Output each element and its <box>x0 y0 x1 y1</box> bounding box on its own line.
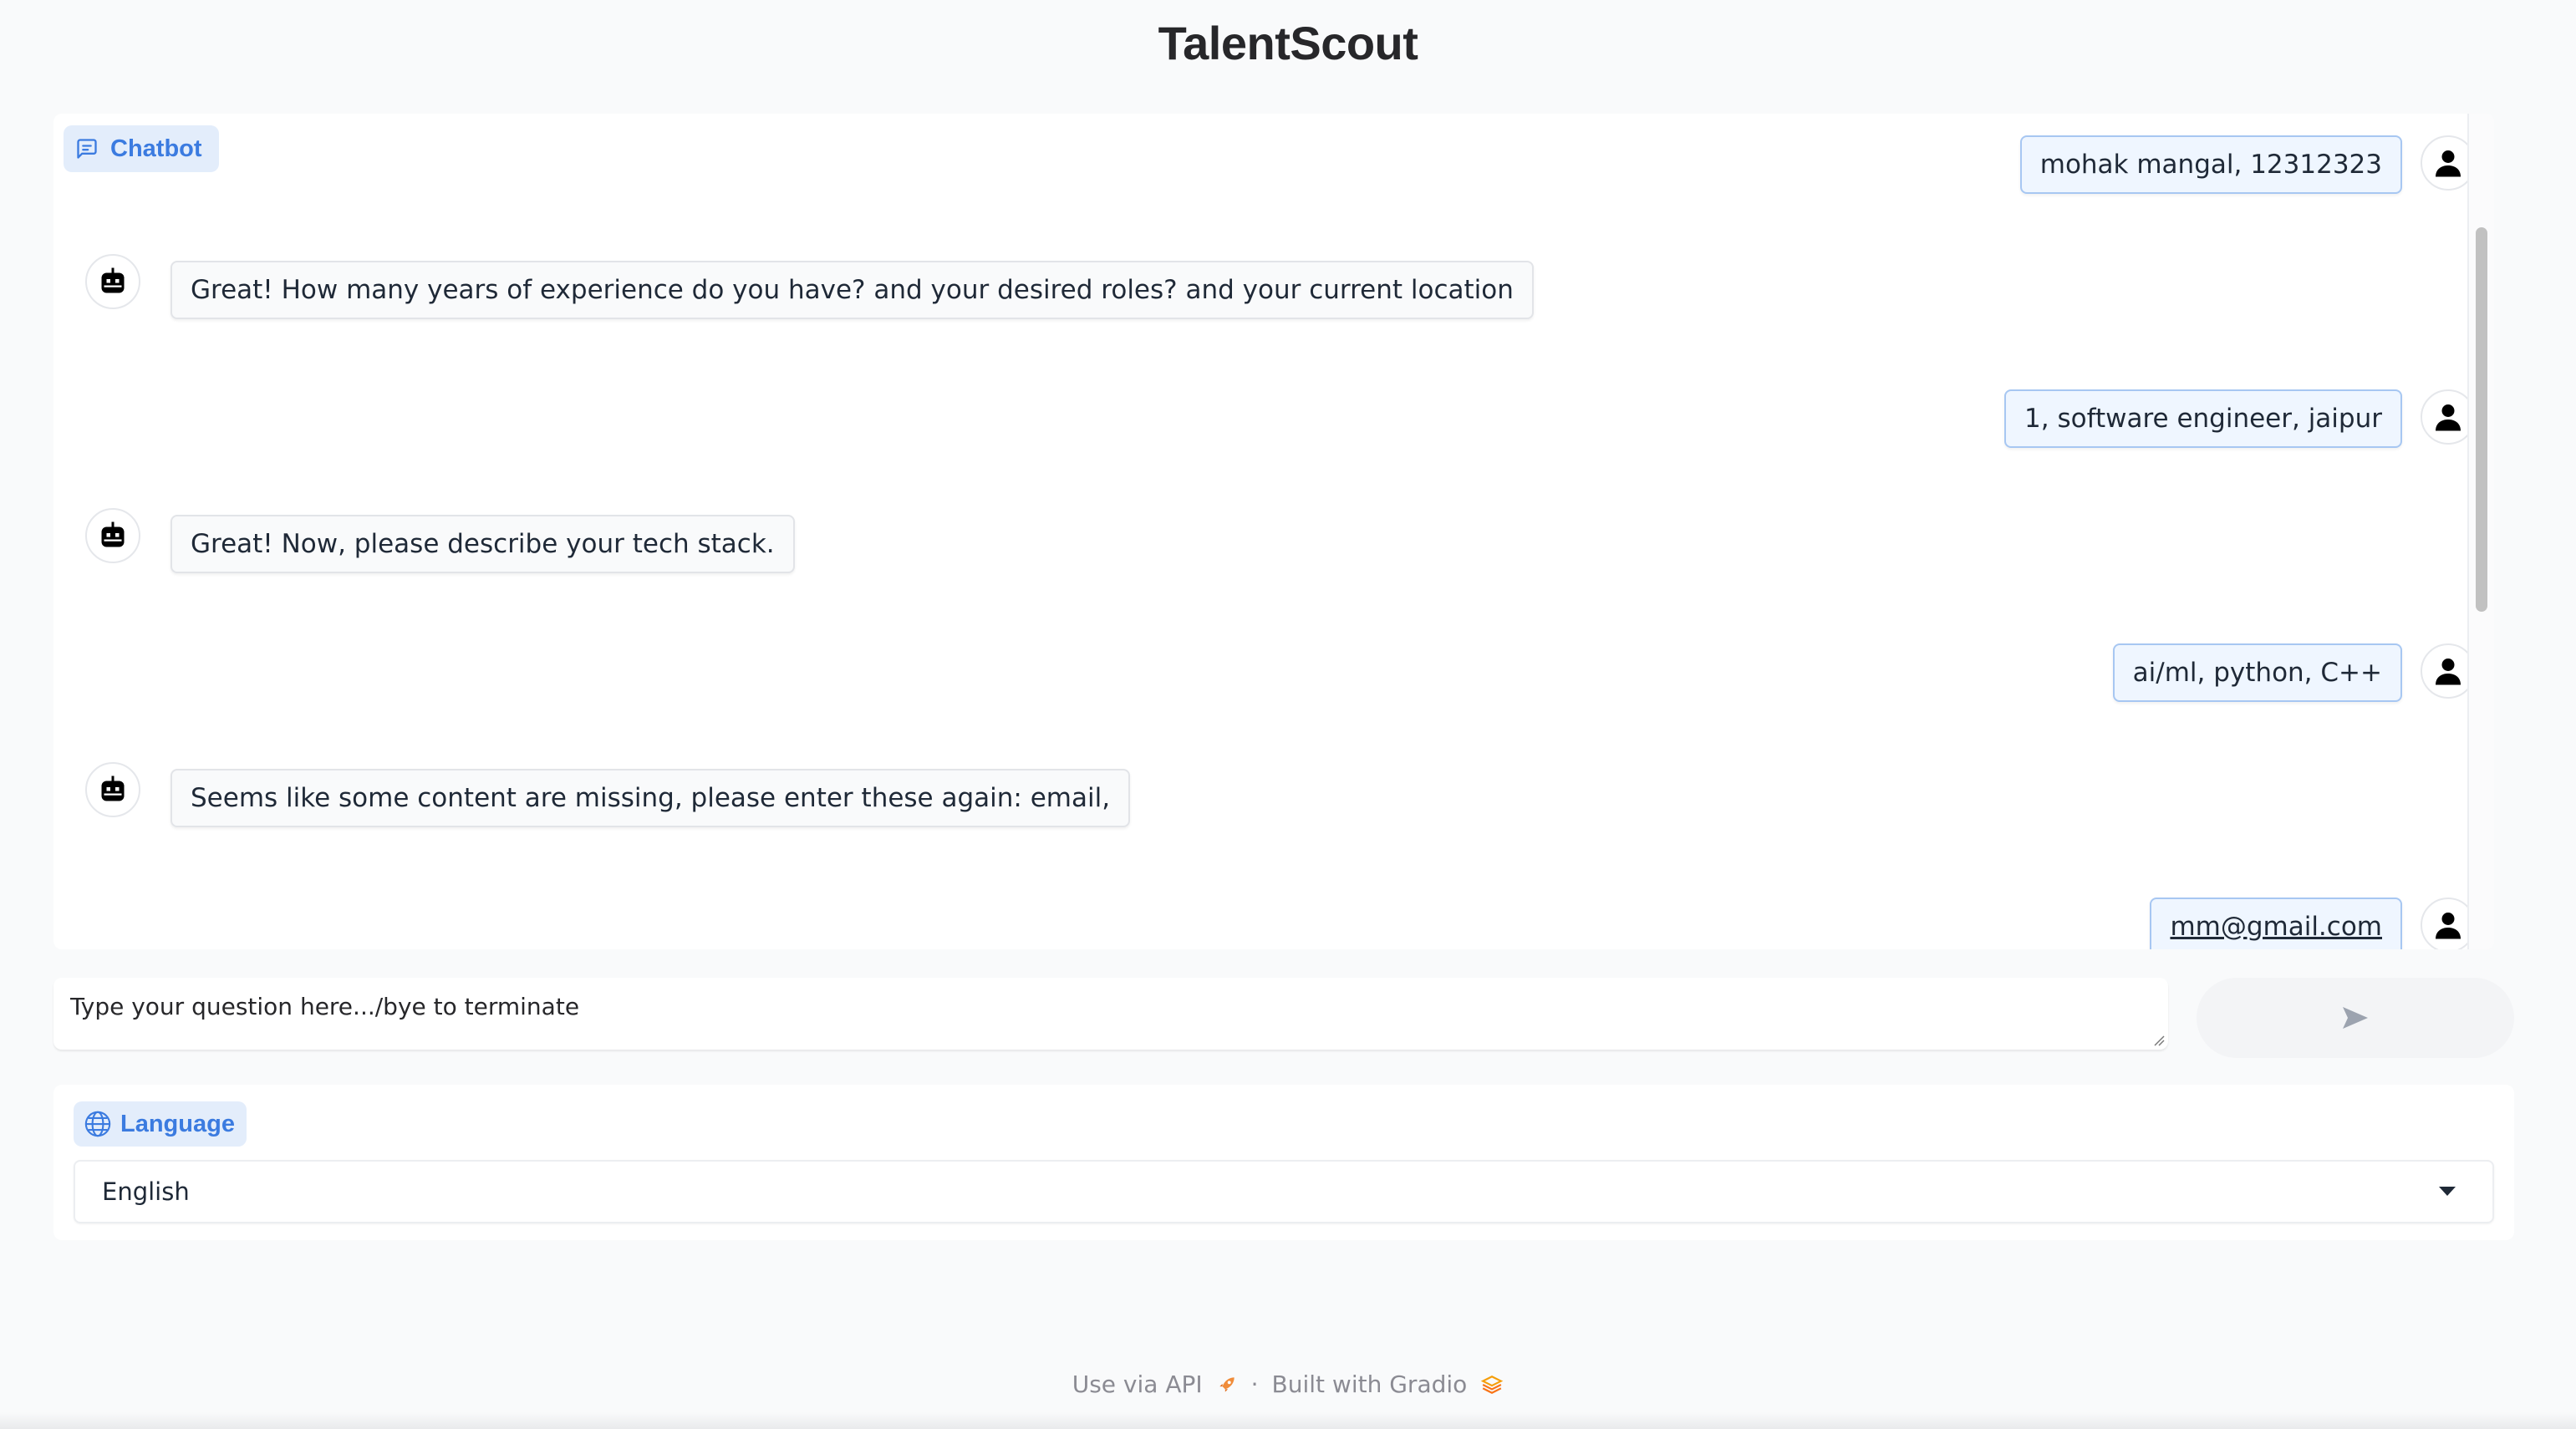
bot-message: Seems like some content are missing, ple… <box>171 769 1131 827</box>
language-dropdown[interactable]: English <box>74 1160 2494 1223</box>
chatbot-label: Chatbot <box>64 125 219 172</box>
robot-icon <box>101 267 125 293</box>
bot-avatar <box>85 508 140 563</box>
user-message[interactable]: mm@gmail.com <box>2150 898 2402 949</box>
footer-separator: · <box>1250 1371 1259 1398</box>
chevron-down-icon <box>2439 1187 2456 1196</box>
built-with-gradio-link[interactable]: Built with Gradio <box>1272 1371 1468 1398</box>
language-label: Language <box>74 1101 247 1147</box>
send-arrow-icon <box>2343 1007 2368 1029</box>
language-selected-value: English <box>102 1177 190 1206</box>
user-message: 1, software engineer, jaipur <box>2004 389 2402 448</box>
chatbot-label-text: Chatbot <box>110 135 202 162</box>
send-button[interactable] <box>2197 978 2514 1058</box>
robot-icon <box>101 776 125 801</box>
gradio-logo-icon <box>1481 1375 1504 1394</box>
use-via-api-link[interactable]: Use via API <box>1072 1371 1203 1398</box>
rocket-icon <box>1219 1376 1235 1392</box>
chat-scrollbar[interactable] <box>2467 114 2494 949</box>
bot-avatar <box>85 254 140 309</box>
user-message: ai/ml, python, C++ <box>2112 643 2402 702</box>
resize-handle-icon[interactable] <box>2153 1035 2165 1046</box>
language-panel: Language English <box>53 1085 2514 1240</box>
bot-message: Great! How many years of experience do y… <box>171 261 1534 319</box>
footer: Use via API · Built with Gradio <box>0 1371 2576 1398</box>
user-icon <box>2436 150 2461 177</box>
language-label-text: Language <box>120 1110 235 1137</box>
user-icon <box>2436 404 2461 431</box>
message-input[interactable] <box>70 993 2151 1035</box>
user-icon <box>2436 913 2461 939</box>
bot-avatar <box>85 762 140 817</box>
chatbot-panel: Chatbot mohak mangal, 12312323 Great! Ho… <box>53 114 2494 949</box>
globe-icon <box>84 1111 111 1137</box>
page-title: TalentScout <box>1158 17 1418 69</box>
bot-message: Great! Now, please describe your tech st… <box>171 515 795 573</box>
chat-bubble-icon <box>77 139 97 159</box>
user-icon <box>2436 659 2461 685</box>
user-message: mohak mangal, 12312323 <box>2019 135 2402 194</box>
message-input-container <box>53 978 2168 1050</box>
bottom-shade <box>0 1412 2576 1429</box>
chat-scrollbar-thumb[interactable] <box>2476 227 2487 612</box>
robot-icon <box>101 521 125 547</box>
